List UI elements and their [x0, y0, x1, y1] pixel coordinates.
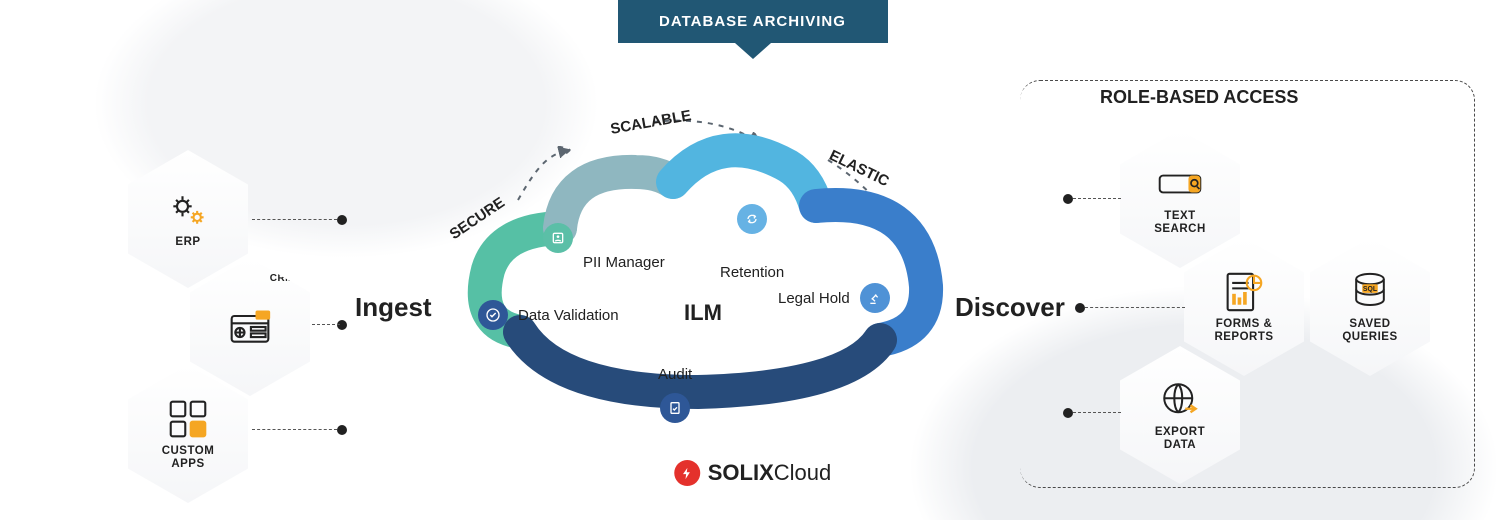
sql-database-icon: SQL — [1348, 270, 1392, 314]
connector-dot — [337, 320, 347, 330]
feature-retention: Retention — [720, 230, 784, 281]
hex-erp: ERP — [128, 150, 248, 288]
feature-label: Data Validation — [518, 307, 619, 324]
connector-dot — [337, 215, 347, 225]
feature-data-validation: Data Validation — [478, 300, 619, 330]
hex-custom-apps: CUSTOM APPS — [128, 365, 248, 503]
apps-grid-icon — [166, 397, 210, 441]
feature-audit: Audit — [658, 366, 692, 417]
hex-saved-queries-label: SAVED QUERIES — [1342, 318, 1397, 344]
hex-crm-label: CRM — [270, 273, 294, 285]
hex-export-data-label: EXPORT DATA — [1155, 426, 1205, 452]
header-title: DATABASE ARCHIVING — [618, 0, 888, 43]
feature-label: PII Manager — [583, 254, 665, 271]
refresh-cycle-icon — [737, 204, 767, 234]
hex-custom-apps-label: CUSTOM APPS — [162, 445, 215, 471]
connector-dot — [1063, 194, 1073, 204]
connector-line — [1073, 198, 1121, 199]
hex-text-search-label: TEXT SEARCH — [1154, 210, 1206, 236]
ribbon-tail-icon — [735, 43, 771, 59]
header-ribbon: DATABASE ARCHIVING — [618, 0, 888, 59]
check-circle-icon — [478, 300, 508, 330]
bolt-circle-icon — [674, 460, 700, 486]
brand-name-light: Cloud — [774, 460, 831, 485]
hex-crm: CRM — [190, 258, 310, 396]
connector-line — [252, 219, 337, 220]
connector-dot — [337, 425, 347, 435]
cloud-shape-icon — [448, 100, 958, 455]
ingest-label: Ingest — [355, 292, 432, 323]
brand-name-bold: SOLIX — [708, 460, 774, 485]
brand-logo: SOLIXCloud — [674, 460, 832, 486]
connector-line — [1073, 412, 1121, 413]
diagram-canvas: DATABASE ARCHIVING ERP CRM — [0, 0, 1505, 520]
crm-dashboard-icon — [228, 305, 272, 349]
hex-erp-label: ERP — [175, 236, 200, 249]
connector-line — [252, 429, 337, 430]
feature-pii-manager: PII Manager — [543, 247, 665, 277]
report-document-icon — [1222, 270, 1266, 314]
gavel-icon — [860, 283, 890, 313]
feature-label: Legal Hold — [778, 290, 850, 307]
cloud-ilm: SECURE SCALABLE ELASTIC ILM Data Validat… — [448, 100, 958, 455]
search-bar-icon — [1158, 162, 1202, 206]
feature-label: Retention — [720, 264, 784, 281]
connector-line — [1085, 307, 1185, 308]
svg-text:SQL: SQL — [1363, 286, 1377, 293]
gears-icon — [166, 188, 210, 232]
connector-line — [312, 324, 340, 325]
ilm-label: ILM — [684, 300, 722, 326]
hex-forms-reports-label: FORMS & REPORTS — [1214, 318, 1273, 344]
id-card-icon — [543, 223, 573, 253]
feature-legal-hold: Legal Hold — [778, 283, 890, 313]
connector-dot — [1063, 408, 1073, 418]
document-check-icon — [660, 393, 690, 423]
globe-export-icon — [1158, 378, 1202, 422]
feature-label: Audit — [658, 366, 692, 383]
